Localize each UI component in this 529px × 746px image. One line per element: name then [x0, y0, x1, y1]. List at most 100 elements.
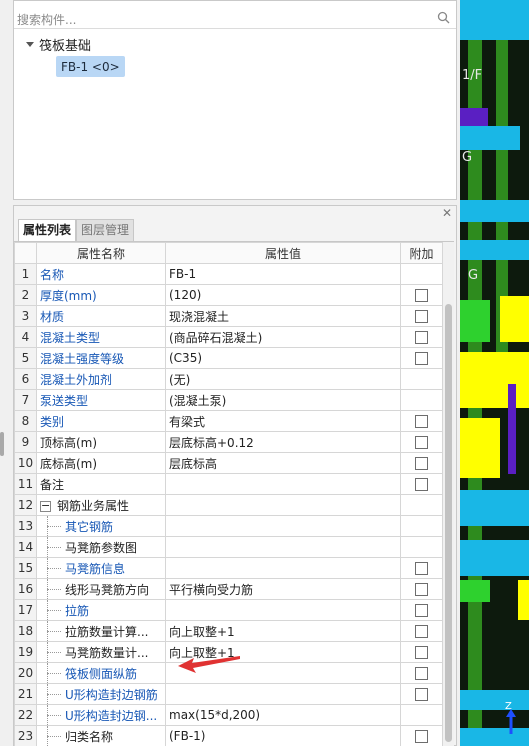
table-row[interactable]: 9 顶标高(m) 层底标高+0.12 [14, 431, 443, 453]
property-name-cell[interactable]: 混凝土外加剂 [36, 368, 166, 390]
property-name-cell[interactable]: 底标高(m) [36, 452, 166, 474]
table-row[interactable]: 14 马凳筋参数图 [14, 536, 443, 558]
attach-checkbox[interactable] [415, 583, 428, 596]
attach-checkbox[interactable] [415, 457, 428, 470]
table-row[interactable]: 18 拉筋数量计算... 向上取整+1 [14, 620, 443, 642]
property-name-cell[interactable]: 混凝土类型 [36, 326, 166, 348]
property-value-cell[interactable] [165, 536, 401, 558]
property-name-cell[interactable]: U形构造封边钢... [36, 704, 166, 726]
property-value-cell[interactable]: 平行横向受力筋 [165, 578, 401, 600]
table-row[interactable]: 21 U形构造封边钢筋 [14, 683, 443, 705]
property-value-cell[interactable]: 现浇混凝土 [165, 305, 401, 327]
table-row[interactable]: 12− 钢筋业务属性 [14, 494, 443, 516]
property-value-cell[interactable] [165, 515, 401, 537]
property-value-cell[interactable]: FB-1 [165, 263, 401, 285]
table-row[interactable]: 16 线形马凳筋方向 平行横向受力筋 [14, 578, 443, 600]
attach-checkbox[interactable] [415, 667, 428, 680]
property-value-cell[interactable]: 层底标高+0.12 [165, 431, 401, 453]
property-value-cell[interactable] [165, 599, 401, 621]
close-icon[interactable]: ✕ [442, 206, 452, 220]
table-row[interactable]: 22 U形构造封边钢... max(15*d,200) [14, 704, 443, 726]
attach-checkbox[interactable] [415, 310, 428, 323]
property-value-cell[interactable]: (商品碎石混凝土) [165, 326, 401, 348]
property-value-cell[interactable]: (FB-1) [165, 725, 401, 746]
row-index: 5 [14, 347, 37, 369]
property-value-cell[interactable]: (无) [165, 368, 401, 390]
attach-checkbox[interactable] [415, 730, 428, 743]
model-3d-viewport[interactable]: 1/F G G Z [460, 0, 529, 746]
property-name-cell[interactable]: 名称 [36, 263, 166, 285]
tree-node-fb1-selected[interactable]: FB-1 <0> [56, 56, 125, 77]
property-name-cell[interactable]: 材质 [36, 305, 166, 327]
property-name-cell[interactable]: 马凳筋数量计... [36, 641, 166, 663]
property-name-cell[interactable]: 拉筋 [36, 599, 166, 621]
property-value-cell[interactable]: (120) [165, 284, 401, 306]
table-row[interactable]: 6 混凝土外加剂 (无) [14, 368, 443, 390]
property-value-cell[interactable]: max(15*d,200) [165, 704, 401, 726]
property-value-cell[interactable] [165, 473, 401, 495]
table-row[interactable]: 7 泵送类型 (混凝土泵) [14, 389, 443, 411]
table-row[interactable]: 15 马凳筋信息 [14, 557, 443, 579]
attach-checkbox[interactable] [415, 415, 428, 428]
attach-checkbox[interactable] [415, 646, 428, 659]
property-value-cell[interactable] [165, 557, 401, 579]
property-name-cell[interactable]: 归类名称 [36, 725, 166, 746]
property-name-cell[interactable]: 备注 [36, 473, 166, 495]
table-row[interactable]: 10 底标高(m) 层底标高 [14, 452, 443, 474]
scrollbar-thumb[interactable] [445, 304, 452, 742]
row-index: 3 [14, 305, 37, 327]
property-value-cell[interactable] [165, 683, 401, 705]
property-name-cell[interactable]: 顶标高(m) [36, 431, 166, 453]
property-name-cell[interactable]: 厚度(mm) [36, 284, 166, 306]
search-icon[interactable] [437, 11, 450, 24]
attach-checkbox[interactable] [415, 562, 428, 575]
property-value-cell[interactable]: (C35) [165, 347, 401, 369]
attach-checkbox[interactable] [415, 331, 428, 344]
component-search-box[interactable]: 搜索构件... [14, 7, 456, 29]
attach-checkbox[interactable] [415, 625, 428, 638]
property-name-cell[interactable]: − 钢筋业务属性 [36, 494, 166, 516]
expand-triangle-icon[interactable] [26, 41, 34, 47]
property-value-cell[interactable] [165, 494, 401, 516]
table-row[interactable]: 17 拉筋 [14, 599, 443, 621]
table-row[interactable]: 4 混凝土类型 (商品碎石混凝土) [14, 326, 443, 348]
property-name-cell[interactable]: 拉筋数量计算... [36, 620, 166, 642]
property-name-cell[interactable]: 类别 [36, 410, 166, 432]
property-name-cell[interactable]: 马凳筋参数图 [36, 536, 166, 558]
property-name: 名称 [40, 267, 65, 282]
property-value-cell[interactable]: (混凝土泵) [165, 389, 401, 411]
table-row[interactable]: 23 归类名称 (FB-1) [14, 725, 443, 746]
property-name-cell[interactable]: 泵送类型 [36, 389, 166, 411]
collapse-icon[interactable]: − [40, 500, 51, 512]
table-row[interactable]: 13 其它钢筋 [14, 515, 443, 537]
property-name-cell[interactable]: U形构造封边钢筋 [36, 683, 166, 705]
property-name-cell[interactable]: 其它钢筋 [36, 515, 166, 537]
table-row[interactable]: 3 材质 现浇混凝土 [14, 305, 443, 327]
vertical-scrollbar[interactable] [443, 242, 454, 746]
tab-layer-management[interactable]: 图层管理 [76, 219, 135, 241]
table-row[interactable]: 5 混凝土强度等级 (C35) [14, 347, 443, 369]
property-value-cell[interactable]: 层底标高 [165, 452, 401, 474]
table-row[interactable]: 1 名称 FB-1 [14, 263, 443, 285]
attach-checkbox[interactable] [415, 688, 428, 701]
tab-property-list[interactable]: 属性列表 [18, 219, 77, 242]
property-name: 厚度(mm) [40, 288, 97, 303]
dock-splitter-handle[interactable] [0, 432, 4, 456]
property-name-cell[interactable]: 马凳筋信息 [36, 557, 166, 579]
table-row[interactable]: 8 类别 有梁式 [14, 410, 443, 432]
attach-checkbox[interactable] [415, 352, 428, 365]
attach-checkbox[interactable] [415, 478, 428, 491]
search-input[interactable]: 搜索构件... [17, 11, 76, 28]
attach-checkbox[interactable] [415, 289, 428, 302]
table-row[interactable]: 11 备注 [14, 473, 443, 495]
tree-node-raft-foundation[interactable]: 筏板基础 [26, 35, 91, 54]
property-name-cell[interactable]: 混凝土强度等级 [36, 347, 166, 369]
property-value-cell[interactable]: 有梁式 [165, 410, 401, 432]
attach-checkbox[interactable] [415, 436, 428, 449]
column-header-value: 属性值 [165, 242, 401, 264]
property-name-cell[interactable]: 筏板侧面纵筋 [36, 662, 166, 684]
property-name-cell[interactable]: 线形马凳筋方向 [36, 578, 166, 600]
property-value-cell[interactable]: 向上取整+1 [165, 620, 401, 642]
table-row[interactable]: 2 厚度(mm) (120) [14, 284, 443, 306]
attach-checkbox[interactable] [415, 604, 428, 617]
